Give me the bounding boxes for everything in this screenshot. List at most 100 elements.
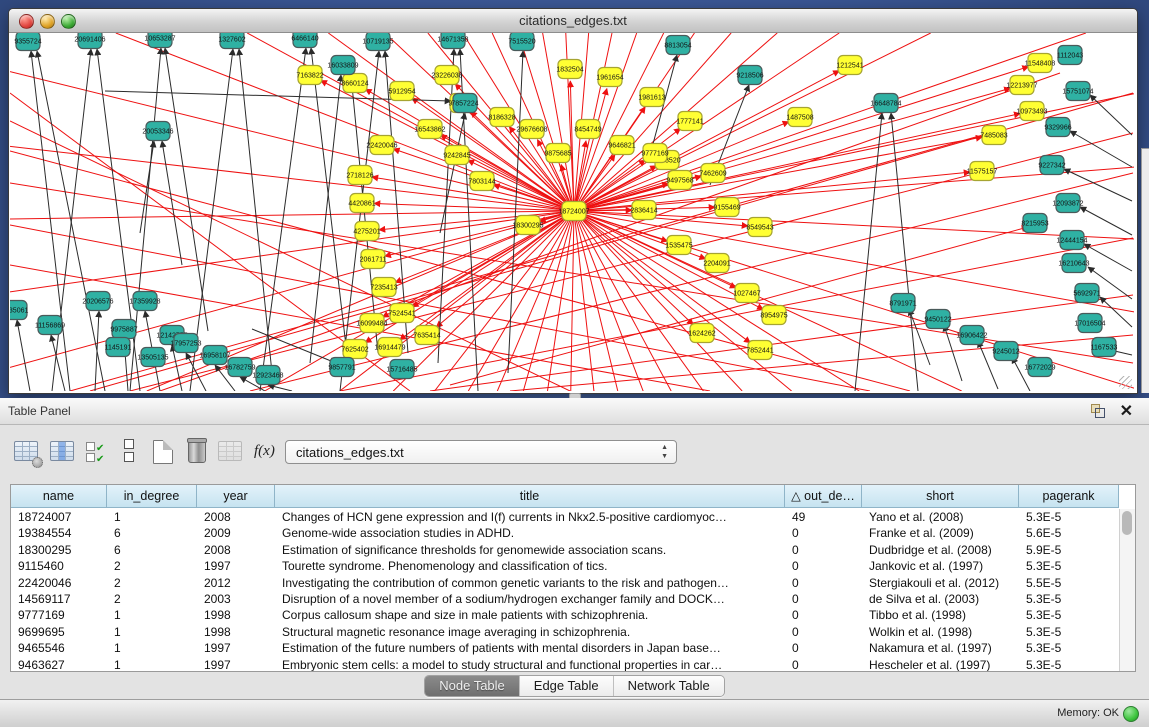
graph-node[interactable]: 1027467 [733,284,760,303]
graph-node[interactable]: 8660124 [341,74,368,93]
graph-node[interactable]: 9875685 [544,144,571,163]
graph-node[interactable]: 13505135 [137,348,168,367]
vertical-scrollbar[interactable] [1119,509,1135,671]
resize-grip[interactable] [1119,376,1132,389]
graph-node[interactable]: 9777169 [641,144,668,163]
graph-node[interactable]: 16772029 [1024,358,1055,377]
graph-node[interactable]: 1981613 [638,88,665,107]
graph-node[interactable]: 17359928 [129,292,160,311]
graph-node[interactable]: 6466140 [291,33,318,48]
graph-node[interactable]: 7163822 [296,66,323,85]
table-selector-dropdown[interactable]: citations_edges.txt ▲▼ [285,440,677,464]
scrollbar-thumb[interactable] [1122,511,1132,535]
graph-node[interactable]: 1135061 [10,301,28,320]
graph-node[interactable]: 16543862 [414,120,445,139]
graph-node[interactable]: 12093872 [1052,194,1083,213]
column-header-pagerank[interactable]: pagerank [1019,485,1119,508]
graph-node[interactable]: 17957253 [170,334,201,353]
column-header-title[interactable]: title [275,485,785,508]
column-pair-icon[interactable] [118,438,144,464]
graph-node[interactable]: 9450122 [924,310,951,329]
graph-node[interactable]: 16958107 [199,346,230,365]
graph-node[interactable]: 1777141 [676,112,703,131]
graph-node[interactable]: 1961654 [596,68,623,87]
graph-node[interactable]: 7524541 [388,304,415,323]
graph-node[interactable]: 16210643 [1058,254,1089,273]
graph-node[interactable]: 7235413 [370,278,397,297]
graph-node[interactable]: 20053346 [142,122,173,141]
table-row[interactable]: 2242004622012Investigating the contribut… [11,575,1119,591]
graph-node[interactable]: 9218506 [736,66,763,85]
graph-node[interactable]: 9355724 [14,33,41,51]
graph-node[interactable]: 9497568 [666,171,693,190]
table-row[interactable]: 946362711997Embryonic stem cells: a mode… [11,657,1119,672]
graph-node[interactable]: 23226038 [431,66,462,85]
graph-node[interactable]: 9245012 [992,342,1019,361]
network-canvas[interactable]: 18724007 18300295 7163822 8660124 5912954 232… [10,33,1134,391]
graph-node[interactable]: 9646821 [608,136,635,155]
graph-node[interactable]: 7485083 [980,126,1007,145]
tab-edge-table[interactable]: Edge Table [520,676,614,696]
graph-node[interactable]: 10973493 [1016,102,1047,121]
graph-node[interactable]: 8954975 [760,306,787,325]
graph-node[interactable]: 17016504 [1074,314,1105,333]
graph-node[interactable]: 2836414 [630,201,657,220]
graph-node[interactable]: 16648784 [870,94,901,113]
column-highlight-icon[interactable] [50,438,76,464]
graph-node[interactable]: 22420046 [366,136,397,155]
column-header-short[interactable]: short [862,485,1019,508]
graph-node[interactable]: 8813054 [664,36,691,55]
graph-node[interactable]: 14671358 [437,33,468,49]
graph-node[interactable]: 9155469 [713,198,740,217]
graph-node[interactable]: 1145191 [105,338,132,357]
graph-node[interactable]: 8215953 [1021,214,1048,233]
function-builder-icon[interactable]: f(x) [254,443,280,469]
window-titlebar[interactable]: citations_edges.txt [9,9,1137,33]
table-row[interactable]: 1456911722003Disruption of a novel membe… [11,591,1119,607]
graph-node[interactable]: 8549543 [746,218,773,237]
graph-node[interactable]: 15716485 [386,360,417,379]
graph-node[interactable]: 5912954 [388,82,415,101]
table-row[interactable]: 977716911998Corpus callosum shape and si… [11,607,1119,623]
select-checks-icon[interactable]: ✔✔ [86,438,112,464]
graph-node[interactable]: 1327602 [218,33,245,49]
graph-node[interactable]: 1167533 [1091,338,1118,357]
graph-node[interactable]: 11548408 [1025,54,1056,73]
new-document-icon[interactable] [150,438,176,464]
column-header-in_degree[interactable]: in_degree [107,485,197,508]
graph-node[interactable]: 9857791 [328,358,355,377]
graph-node[interactable]: 20206576 [82,292,113,311]
graph-node[interactable]: 1212541 [836,56,863,75]
graph-node[interactable]: 8454749 [574,120,601,139]
table-row[interactable]: 1938455462009Genome-wide association stu… [11,525,1119,541]
graph-node[interactable]: 16914479 [374,338,405,357]
graph-node[interactable]: 11156869 [35,316,65,335]
column-header-year[interactable]: year [197,485,275,508]
graph-node[interactable]: 7625402 [341,340,368,359]
graph-node[interactable]: 7803144 [468,172,495,191]
table-row[interactable]: 1872400712008Changes of HCN gene express… [11,509,1119,525]
table-row[interactable]: 969969511998Structural magnetic resonanc… [11,624,1119,640]
graph-node[interactable]: 1112043 [1057,46,1083,65]
graph-node[interactable]: 9242845 [443,146,470,165]
column-header-out_de[interactable]: △ out_de… [785,485,862,508]
graph-node[interactable]: 8791971 [889,294,916,313]
graph-node[interactable]: 12213977 [1006,76,1037,95]
graph-node[interactable]: 1487508 [786,108,813,127]
graph-node[interactable]: 8186328 [488,108,515,127]
graph-node[interactable]: 12444154 [1056,231,1087,250]
close-panel-icon[interactable]: ✕ [1120,401,1133,421]
graph-node[interactable]: 18300295 [512,216,543,235]
graph-node[interactable]: 16782759 [224,358,255,377]
graph-node[interactable]: 4420861 [348,194,375,213]
graph-node[interactable]: 29676608 [516,120,547,139]
graph-node[interactable]: 16099484 [356,314,387,333]
table-row[interactable]: 946554611997Estimation of the future num… [11,640,1119,656]
table-row[interactable]: 1830029562008Estimation of significance … [11,542,1119,558]
graph-node[interactable]: 9975887 [110,320,137,339]
graph-node[interactable]: 1832504 [556,60,583,79]
graph-node[interactable]: 7462609 [699,164,726,183]
graph-node[interactable]: 18724007 [558,202,589,221]
table-settings-icon[interactable] [14,438,40,464]
graph-node[interactable]: 16906422 [956,326,987,345]
